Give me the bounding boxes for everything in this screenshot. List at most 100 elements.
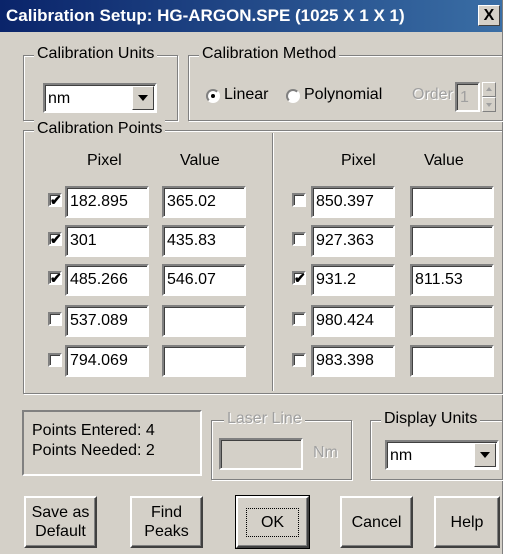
polynomial-label[interactable]: Polynomial (304, 86, 382, 104)
left-point-1-checkbox[interactable]: ✔ (48, 193, 62, 207)
pixel-value: 931.2 (316, 271, 357, 288)
checkmark-icon: ✔ (294, 270, 306, 286)
save-as-default-button[interactable]: Save as Default (24, 496, 97, 548)
left-value-header: Value (180, 152, 220, 169)
laser-line-field (219, 438, 303, 470)
left-point-3-checkbox[interactable]: ✔ (48, 271, 62, 285)
right-point-3-value[interactable]: 811.53 (410, 264, 494, 296)
points-status-box: Points Entered: 4 Points Needed: 2 (22, 410, 202, 476)
right-point-4-pixel[interactable]: 980.424 (311, 305, 395, 337)
left-point-5-value[interactable] (162, 345, 246, 377)
left-point-3-pixel[interactable]: 485.266 (65, 264, 149, 296)
linear-radio[interactable] (206, 89, 220, 103)
order-spin-up (482, 82, 496, 97)
left-point-4-checkbox[interactable] (48, 312, 62, 326)
find-peaks-line2: Peaks (144, 523, 189, 540)
radio-selected-dot (211, 94, 215, 98)
calibration-units-dropdown-button[interactable] (132, 86, 154, 110)
left-pixel-header: Pixel (87, 152, 122, 169)
calibration-setup-dialog: Calibration Setup: HG-ARGON.SPE (1025 X … (0, 0, 503, 554)
checkmark-icon: ✔ (50, 231, 62, 247)
pixel-value: 980.424 (316, 312, 374, 329)
checkmark-icon: ✔ (50, 192, 62, 208)
calibration-units-value: nm (48, 90, 71, 107)
polynomial-radio[interactable] (286, 89, 300, 103)
right-point-3-checkbox[interactable]: ✔ (292, 271, 306, 285)
left-point-4-pixel[interactable]: 537.089 (65, 305, 149, 337)
point-value: 546.07 (167, 271, 216, 288)
pixel-value: 537.089 (70, 312, 128, 329)
left-point-4-value[interactable] (162, 305, 246, 337)
pixel-value: 182.895 (70, 193, 128, 210)
right-point-1-value[interactable] (410, 186, 494, 218)
left-point-2-checkbox[interactable]: ✔ (48, 232, 62, 246)
right-point-3-pixel[interactable]: 931.2 (311, 264, 395, 296)
right-point-1-checkbox[interactable] (292, 193, 306, 207)
points-divider (272, 133, 274, 391)
display-units-value: nm (390, 447, 413, 464)
pixel-value: 927.363 (316, 232, 374, 249)
right-point-5-value[interactable] (410, 345, 494, 377)
points-entered-value: 4 (145, 422, 155, 439)
points-needed-line: Points Needed: 2 (32, 441, 200, 461)
point-value: 365.02 (167, 193, 216, 210)
pixel-value: 850.397 (316, 193, 374, 210)
calibration-method-legend: Calibration Method (199, 45, 340, 63)
right-point-5-checkbox[interactable] (292, 353, 306, 367)
right-point-2-checkbox[interactable] (292, 232, 306, 246)
right-point-2-pixel[interactable]: 927.363 (311, 225, 395, 257)
left-point-5-checkbox[interactable] (48, 353, 62, 367)
calibration-points-legend: Calibration Points (34, 120, 166, 138)
display-units-dropdown-button[interactable] (474, 443, 496, 467)
close-icon: X (483, 7, 495, 24)
points-entered-line: Points Entered: 4 (32, 421, 200, 441)
pixel-value: 485.266 (70, 271, 128, 288)
right-point-4-value[interactable] (410, 305, 494, 337)
pixel-value: 301 (70, 232, 97, 249)
title-bar[interactable]: Calibration Setup: HG-ARGON.SPE (1025 X … (0, 0, 502, 32)
right-value-header: Value (424, 152, 464, 169)
right-point-2-value[interactable] (410, 225, 494, 257)
points-needed-label: Points Needed: (32, 442, 142, 459)
calibration-units-legend: Calibration Units (34, 45, 158, 63)
ok-button[interactable]: OK (235, 495, 310, 549)
point-value: 435.83 (167, 232, 216, 249)
chevron-down-icon (138, 95, 148, 101)
order-label: Order (412, 86, 453, 103)
right-point-5-pixel[interactable]: 983.398 (311, 345, 395, 377)
order-value: 1 (460, 89, 469, 106)
left-point-5-pixel[interactable]: 794.069 (65, 345, 149, 377)
left-point-2-pixel[interactable]: 301 (65, 225, 149, 257)
pixel-value: 983.398 (316, 352, 374, 369)
cancel-button[interactable]: Cancel (340, 496, 413, 548)
checkmark-icon: ✔ (50, 270, 62, 286)
order-spin-down (482, 97, 496, 112)
window-title: Calibration Setup: HG-ARGON.SPE (1025 X … (6, 6, 405, 25)
display-units-legend: Display Units (381, 410, 481, 428)
find-peaks-button[interactable]: Find Peaks (130, 496, 203, 548)
find-peaks-line1: Find (150, 504, 183, 521)
point-value: 811.53 (415, 271, 463, 288)
pixel-value: 794.069 (70, 352, 128, 369)
left-point-2-value[interactable]: 435.83 (162, 225, 246, 257)
chevron-down-icon (480, 452, 490, 458)
spin-down-icon (486, 103, 492, 107)
close-button[interactable]: X (478, 5, 500, 26)
left-point-1-pixel[interactable]: 182.895 (65, 186, 149, 218)
right-pixel-header: Pixel (341, 152, 376, 169)
spin-up-icon (486, 87, 492, 91)
left-point-1-value[interactable]: 365.02 (162, 186, 246, 218)
points-needed-value: 2 (145, 442, 155, 459)
linear-label[interactable]: Linear (224, 86, 268, 104)
left-point-3-value[interactable]: 546.07 (162, 264, 246, 296)
ok-label: OK (245, 507, 300, 537)
right-point-4-checkbox[interactable] (292, 312, 306, 326)
right-point-1-pixel[interactable]: 850.397 (311, 186, 395, 218)
help-button[interactable]: Help (434, 496, 500, 548)
order-field: 1 (455, 82, 480, 112)
cancel-label: Cancel (351, 513, 402, 531)
help-label: Help (450, 513, 484, 531)
save-as-default-line2: Default (35, 523, 86, 540)
laser-line-unit: Nm (313, 444, 338, 461)
laser-line-legend: Laser Line (224, 410, 305, 428)
